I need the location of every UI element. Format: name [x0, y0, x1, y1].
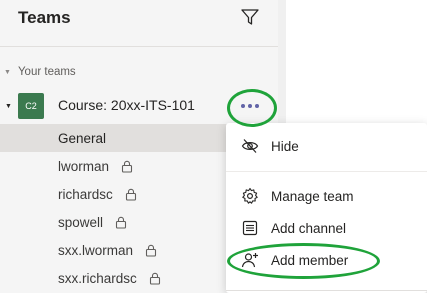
channel-label: sxx.richardsc — [58, 270, 137, 286]
your-teams-section[interactable]: ▼ Your teams — [4, 64, 76, 80]
teams-header: Teams — [0, 0, 278, 46]
dot — [241, 104, 245, 108]
team-name[interactable]: Course: 20xx-ITS-101 — [58, 97, 195, 113]
lock-icon — [115, 216, 127, 229]
team-avatar: C2 — [18, 93, 44, 119]
menu-item-add-channel[interactable]: Add channel — [226, 213, 427, 243]
menu-item-label: Manage team — [271, 188, 354, 204]
menu-divider — [226, 290, 427, 291]
add-channel-icon — [242, 220, 258, 236]
channel-label: sxx.lworman — [58, 242, 134, 258]
channel-label: General — [58, 130, 107, 146]
menu-divider — [226, 171, 427, 172]
caret-down-icon: ▼ — [5, 103, 12, 110]
menu-item-label: Add member — [271, 252, 349, 268]
section-label: Your teams — [17, 66, 76, 78]
menu-item-add-member[interactable]: Add member — [226, 245, 427, 275]
menu-item-manage-team[interactable]: Manage team — [226, 181, 427, 211]
more-options-button[interactable] — [235, 97, 265, 115]
menu-item-label: Add channel — [271, 220, 347, 236]
hide-icon — [241, 139, 259, 153]
lock-icon — [121, 160, 133, 173]
channel-label: lworman — [58, 158, 110, 174]
caret-down-icon: ▼ — [4, 68, 11, 76]
gear-icon — [242, 187, 258, 204]
menu-item-label: Hide — [271, 138, 299, 154]
lock-icon — [125, 188, 136, 201]
lock-icon — [149, 272, 160, 285]
dot — [248, 104, 252, 108]
team-row[interactable]: ▼ C2 Course: 20xx-ITS-101 — [0, 88, 278, 124]
dot — [255, 104, 259, 108]
page-title: Teams — [18, 8, 71, 27]
filter-icon[interactable] — [240, 8, 260, 26]
add-member-icon — [241, 253, 258, 268]
team-options-menu: Hide Manage team Add channel Add member — [226, 123, 427, 293]
channel-label: richardsc — [58, 186, 113, 202]
channel-label: spowell — [58, 214, 104, 230]
divider — [0, 46, 278, 47]
lock-icon — [145, 244, 157, 257]
menu-item-hide[interactable]: Hide — [226, 131, 427, 161]
